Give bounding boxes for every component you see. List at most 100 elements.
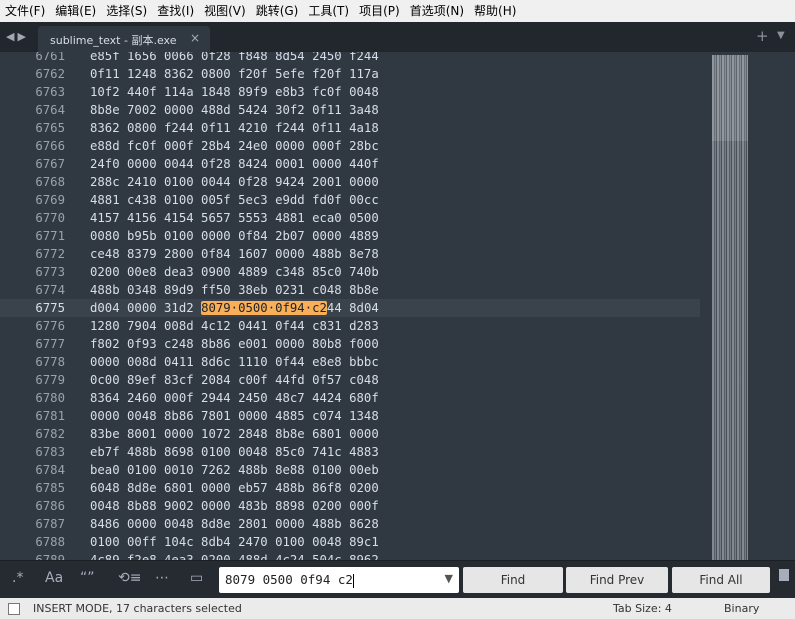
code-line[interactable]: 6775 d004 0000 31d2 8079·0500·0f94·c244 8… — [0, 299, 700, 317]
line-number: 6768 — [35, 175, 65, 189]
find-panel-close-icon[interactable] — [779, 569, 789, 581]
line-number: 6774 — [35, 283, 65, 297]
find-all-button[interactable]: Find All — [672, 567, 770, 593]
code-line[interactable]: 6761 e85f 1656 0066 0f28 f848 8d54 2450 f… — [0, 52, 700, 65]
code-line[interactable]: 6781 0000 0048 8b86 7801 0000 4885 c074 1… — [0, 407, 700, 425]
code-line[interactable]: 6787 8486 0000 0048 8d8e 2801 0000 488b 8… — [0, 515, 700, 533]
syntax-indicator[interactable]: Binary — [724, 602, 759, 615]
menu-item[interactable]: 工具(T) — [303, 0, 354, 22]
line-text: 83be 8001 0000 1072 2848 8b8e 6801 0000 — [90, 427, 379, 441]
line-number: 6762 — [35, 67, 65, 81]
line-number: 6784 — [35, 463, 65, 477]
code-line[interactable]: 6782 83be 8001 0000 1072 2848 8b8e 6801 0… — [0, 425, 700, 443]
menu-item[interactable]: 帮助(H) — [469, 0, 521, 22]
code-line[interactable]: 6786 0048 8b88 9002 0000 483b 8898 0200 0… — [0, 497, 700, 515]
line-text: 488b 0348 89d9 ff50 38eb 0231 c048 8b8e — [90, 283, 379, 297]
line-number: 6763 — [35, 85, 65, 99]
line-text: 0000 0048 8b86 7801 0000 4885 c074 1348 — [90, 409, 379, 423]
code-line[interactable]: 6766 e88d fc0f 000f 28b4 24e0 0000 000f 2… — [0, 137, 700, 155]
menu-item[interactable]: 查找(I) — [152, 0, 199, 22]
close-icon[interactable]: × — [190, 31, 200, 45]
code-line[interactable]: 6784 bea0 0100 0010 7262 488b 8e88 0100 0… — [0, 461, 700, 479]
menu-item[interactable]: 文件(F) — [0, 0, 50, 22]
menu-item[interactable]: 编辑(E) — [50, 0, 101, 22]
code-line[interactable]: 6770 4157 4156 4154 5657 5553 4881 eca0 0… — [0, 209, 700, 227]
menu-item[interactable]: 首选项(N) — [405, 0, 469, 22]
line-number: 6767 — [35, 157, 65, 171]
code-line[interactable]: 6767 24f0 0000 0044 0f28 8424 0001 0000 4… — [0, 155, 700, 173]
tab-menu-icon[interactable]: ▼ — [777, 30, 785, 41]
code-line[interactable]: 6789 4c89 f2e8 4ea3 0200 488d 4c24 504c 8… — [0, 551, 700, 560]
tab-bar: ◀▶ sublime_text - 副本.exe × + ▼ — [0, 22, 795, 52]
tab-size-indicator[interactable]: Tab Size: 4 — [613, 602, 672, 615]
status-bar: INSERT MODE, 17 characters selected Tab … — [0, 598, 795, 619]
find-button[interactable]: Find — [463, 567, 563, 593]
code-line[interactable]: 6763 10f2 440f 114a 1848 89f9 e8b3 fc0f 0… — [0, 83, 700, 101]
menu-item[interactable]: 选择(S) — [101, 0, 152, 22]
highlight-matches-toggle-button[interactable]: ▭ — [190, 570, 203, 586]
code-line[interactable]: 6771 0080 b95b 0100 0000 0f84 2b07 0000 4… — [0, 227, 700, 245]
line-text: ce48 8379 2800 0f84 1607 0000 488b 8e78 — [90, 247, 379, 261]
new-tab-icon[interactable]: + — [756, 27, 769, 45]
line-text: 0f11 1248 8362 0800 f20f 5efe f20f 117a — [90, 67, 379, 81]
line-number: 6771 — [35, 229, 65, 243]
line-number: 6769 — [35, 193, 65, 207]
line-number: 6777 — [35, 337, 65, 351]
tab-active[interactable]: sublime_text - 副本.exe × — [38, 26, 210, 52]
minimap-viewport[interactable] — [712, 55, 748, 141]
line-number: 6764 — [35, 103, 65, 117]
line-text: 4157 4156 4154 5657 5553 4881 eca0 0500 — [90, 211, 379, 225]
menu-item[interactable]: 项目(P) — [354, 0, 405, 22]
line-number: 6761 — [35, 52, 65, 63]
code-line[interactable]: 6772 ce48 8379 2800 0f84 1607 0000 488b 8… — [0, 245, 700, 263]
code-line[interactable]: 6785 6048 8d8e 6801 0000 eb57 488b 86f8 0… — [0, 479, 700, 497]
editor-area[interactable]: 6761 e85f 1656 0066 0f28 f848 8d54 2450 f… — [0, 52, 795, 560]
find-input[interactable]: 8079 0500 0f94 c2 ▼ — [219, 567, 459, 593]
whole-word-toggle-button[interactable]: “” — [80, 570, 95, 586]
find-history-dropdown-icon[interactable]: ▼ — [445, 572, 453, 585]
line-text: 6048 8d8e 6801 0000 eb57 488b 86f8 0200 — [90, 481, 379, 495]
line-text: 8b8e 7002 0000 488d 5424 30f2 0f11 3a48 — [90, 103, 379, 117]
code-line[interactable]: 6769 4881 c438 0100 005f 5ec3 e9dd fd0f 0… — [0, 191, 700, 209]
find-panel: .* Aa “” ⟲≡ ⋯ ▭ 8079 0500 0f94 c2 ▼ Find… — [0, 560, 795, 599]
code-line[interactable]: 6762 0f11 1248 8362 0800 f20f 5efe f20f 1… — [0, 65, 700, 83]
code-lines[interactable]: 6761 e85f 1656 0066 0f28 f848 8d54 2450 f… — [0, 52, 700, 560]
in-selection-toggle-button[interactable]: ⋯ — [155, 570, 169, 586]
line-text: eb7f 488b 8698 0100 0048 85c0 741c 4883 — [90, 445, 379, 459]
regex-toggle-button[interactable]: .* — [12, 570, 23, 586]
case-sensitive-toggle-button[interactable]: Aa — [45, 570, 63, 586]
line-text: 10f2 440f 114a 1848 89f9 e8b3 fc0f 0048 — [90, 85, 379, 99]
line-number: 6776 — [35, 319, 65, 333]
tab-title: sublime_text - 副本.exe — [50, 34, 177, 47]
code-line[interactable]: 6779 0c00 89ef 83cf 2084 c00f 44fd 0f57 c… — [0, 371, 700, 389]
line-number: 6785 — [35, 481, 65, 495]
menu-item[interactable]: 跳转(G) — [251, 0, 304, 22]
code-line[interactable]: 6773 0200 00e8 dea3 0900 4889 c348 85c0 7… — [0, 263, 700, 281]
code-line[interactable]: 6774 488b 0348 89d9 ff50 38eb 0231 c048 8… — [0, 281, 700, 299]
code-line[interactable]: 6788 0100 00ff 104c 8db4 2470 0100 0048 8… — [0, 533, 700, 551]
find-query: 8079 0500 0f94 c2 — [225, 572, 354, 588]
line-text: 0c00 89ef 83cf 2084 c00f 44fd 0f57 c048 — [90, 373, 379, 387]
code-line[interactable]: 6764 8b8e 7002 0000 488d 5424 30f2 0f11 3… — [0, 101, 700, 119]
code-line[interactable]: 6780 8364 2460 000f 2944 2450 48c7 4424 6… — [0, 389, 700, 407]
line-number: 6783 — [35, 445, 65, 459]
panel-toggle-icon[interactable] — [8, 603, 20, 615]
code-line[interactable]: 6777 f802 0f93 c248 8b86 e001 0000 80b8 f… — [0, 335, 700, 353]
find-prev-button[interactable]: Find Prev — [566, 567, 668, 593]
line-text: 8362 0800 f244 0f11 4210 f244 0f11 4a18 — [90, 121, 379, 135]
line-text: e85f 1656 0066 0f28 f848 8d54 2450 f244 — [90, 52, 379, 63]
line-text: 0100 00ff 104c 8db4 2470 0100 0048 89c1 — [90, 535, 379, 549]
code-line[interactable]: 6778 0000 008d 0411 8d6c 1110 0f44 e8e8 b… — [0, 353, 700, 371]
status-mode: INSERT MODE, 17 characters selected — [33, 602, 242, 615]
tab-nav-arrows-icon[interactable]: ◀▶ — [6, 30, 29, 43]
line-text: 4881 c438 0100 005f 5ec3 e9dd fd0f 00cc — [90, 193, 379, 207]
code-line[interactable]: 6783 eb7f 488b 8698 0100 0048 85c0 741c 4… — [0, 443, 700, 461]
code-line[interactable]: 6768 288c 2410 0100 0044 0f28 9424 2001 0… — [0, 173, 700, 191]
wrap-toggle-button[interactable]: ⟲≡ — [118, 570, 141, 586]
line-text: 8364 2460 000f 2944 2450 48c7 4424 680f — [90, 391, 379, 405]
line-number: 6778 — [35, 355, 65, 369]
code-line[interactable]: 6765 8362 0800 f244 0f11 4210 f244 0f11 4… — [0, 119, 700, 137]
line-text-after-selection: 44 8d04 — [326, 301, 379, 315]
code-line[interactable]: 6776 1280 7904 008d 4c12 0441 0f44 c831 d… — [0, 317, 700, 335]
menu-item[interactable]: 视图(V) — [199, 0, 251, 22]
